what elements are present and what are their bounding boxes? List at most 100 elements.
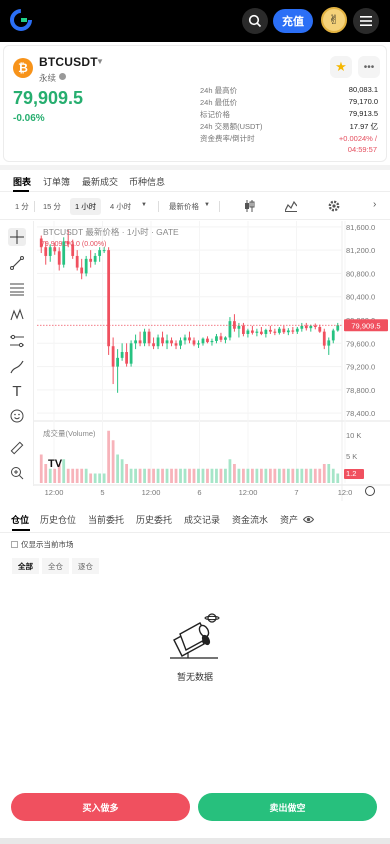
fib-icon[interactable] [8, 280, 26, 298]
chevron-right-icon[interactable]: › [373, 199, 376, 210]
last-price: 79,909.5 [13, 88, 84, 108]
candle [174, 343, 178, 346]
volume-bar [125, 464, 128, 483]
volume-bar [210, 468, 214, 483]
tab-assets[interactable]: 资产 [280, 513, 298, 526]
volume-bar [224, 468, 227, 483]
price-chart[interactable]: 81,600.081,200.080,800.080,400.080,000.0… [34, 221, 390, 501]
volume-bar [309, 468, 313, 483]
projection-icon[interactable] [8, 332, 26, 350]
tab-underline [13, 190, 29, 192]
candle [102, 250, 106, 252]
interval-4h[interactable]: 4 小时 [110, 201, 131, 212]
indicator-icon[interactable] [285, 200, 297, 212]
tab-coin-info[interactable]: 币种信息 [129, 175, 165, 188]
buy-long-button[interactable]: 买入做多 [11, 793, 190, 821]
stat-high: 24h 最高价 80,083.1 [200, 85, 378, 95]
price-type-select[interactable]: 最新价格 [169, 201, 199, 212]
candle-type-icon[interactable] [244, 200, 255, 212]
volume-bar [291, 468, 295, 483]
candle [93, 255, 97, 262]
symbol-label[interactable]: BTCUSDT [39, 55, 98, 69]
candle [89, 258, 93, 262]
pattern-icon[interactable] [8, 306, 26, 324]
candle [98, 250, 102, 256]
volume-bar [84, 468, 88, 483]
candle [188, 337, 191, 341]
emoji-icon[interactable] [8, 407, 26, 425]
volume-bar [156, 468, 160, 483]
tab-funding-flow[interactable]: 资金流水 [232, 513, 268, 526]
volume-bar [107, 430, 111, 483]
ohlc-readout: 79,909.5 0.0 (0.00%) [41, 241, 107, 248]
volume-bar [322, 464, 326, 483]
sell-short-button[interactable]: 卖出做空 [198, 793, 377, 821]
zoom-in-icon[interactable] [8, 464, 26, 482]
star-icon[interactable]: ★ [330, 56, 352, 78]
brush-icon[interactable] [8, 358, 26, 376]
volume-bar [75, 468, 79, 483]
candle [179, 340, 182, 346]
tab-positions[interactable]: 仓位 [11, 513, 29, 526]
tab-trades[interactable]: 最新成交 [82, 175, 118, 188]
volume-bar [273, 468, 277, 483]
filter-cross[interactable]: 全仓 [42, 558, 69, 574]
volume-bar [197, 468, 200, 483]
chevron-down-icon[interactable]: ▼ [141, 202, 147, 208]
volume-bar [331, 468, 335, 483]
volume-bar [129, 468, 133, 483]
last-price-tag: 79,909.5 [351, 321, 380, 330]
tab-open-orders[interactable]: 当前委托 [88, 513, 124, 526]
menu-icon[interactable] [353, 8, 379, 34]
candle [210, 340, 214, 343]
volume-bar [295, 468, 299, 483]
chevron-down-icon[interactable]: ▼ [204, 202, 210, 208]
divider [158, 201, 159, 212]
tab-trade-history[interactable]: 成交记录 [184, 513, 220, 526]
tab-position-history[interactable]: 历史仓位 [40, 513, 76, 526]
volume-bar [183, 468, 187, 483]
volume-bar [179, 468, 182, 483]
tab-chart[interactable]: 图表 [13, 175, 31, 188]
eye-icon[interactable] [303, 515, 314, 524]
ruler-icon[interactable] [8, 439, 26, 457]
candle [165, 340, 169, 344]
info-icon[interactable] [59, 73, 66, 80]
candle [264, 329, 268, 334]
volume-bar [206, 468, 209, 483]
text-icon[interactable]: T [8, 382, 26, 400]
tab-orderbook[interactable]: 订单簿 [43, 175, 70, 188]
tab-order-history[interactable]: 历史委托 [136, 513, 172, 526]
price-change: -0.06% [13, 113, 45, 124]
logo-icon[interactable] [10, 9, 32, 31]
candle [84, 258, 88, 274]
candle [336, 325, 340, 331]
x-tick-label: 12:00 [45, 488, 64, 497]
volume-bar [174, 468, 178, 483]
gear-icon[interactable] [328, 200, 340, 212]
tab-underline [12, 529, 30, 531]
candle [219, 336, 223, 340]
candle [277, 328, 281, 333]
interval-1h[interactable]: 1 小时 [70, 198, 102, 215]
chart-canvas[interactable]: 81,600.081,200.080,800.080,400.080,000.0… [34, 221, 390, 501]
filter-isolated[interactable]: 逐仓 [72, 558, 99, 574]
volume-bar [152, 468, 155, 483]
chart-title: BTCUSDT 最新价格 · 1小时 · GATE [43, 227, 179, 237]
drawing-toolbar: T [0, 221, 34, 486]
avatar[interactable]: ✌ [321, 7, 347, 33]
crosshair-icon[interactable] [8, 228, 26, 246]
filter-all[interactable]: 全部 [12, 558, 39, 574]
trendline-icon[interactable] [8, 254, 26, 272]
volume-bar [89, 473, 93, 483]
interval-15m[interactable]: 15 分 [43, 201, 61, 212]
search-icon[interactable] [242, 8, 268, 34]
volume-bar [80, 468, 84, 483]
interval-1m[interactable]: 1 分 [15, 201, 29, 212]
current-market-checkbox[interactable] [11, 541, 18, 548]
candle [295, 328, 299, 332]
chevron-down-icon[interactable]: ▼ [96, 57, 104, 66]
y-tick-label: 81,600.0 [346, 223, 375, 232]
more-icon[interactable]: ••• [358, 56, 380, 78]
deposit-button[interactable]: 充值 [273, 9, 313, 33]
